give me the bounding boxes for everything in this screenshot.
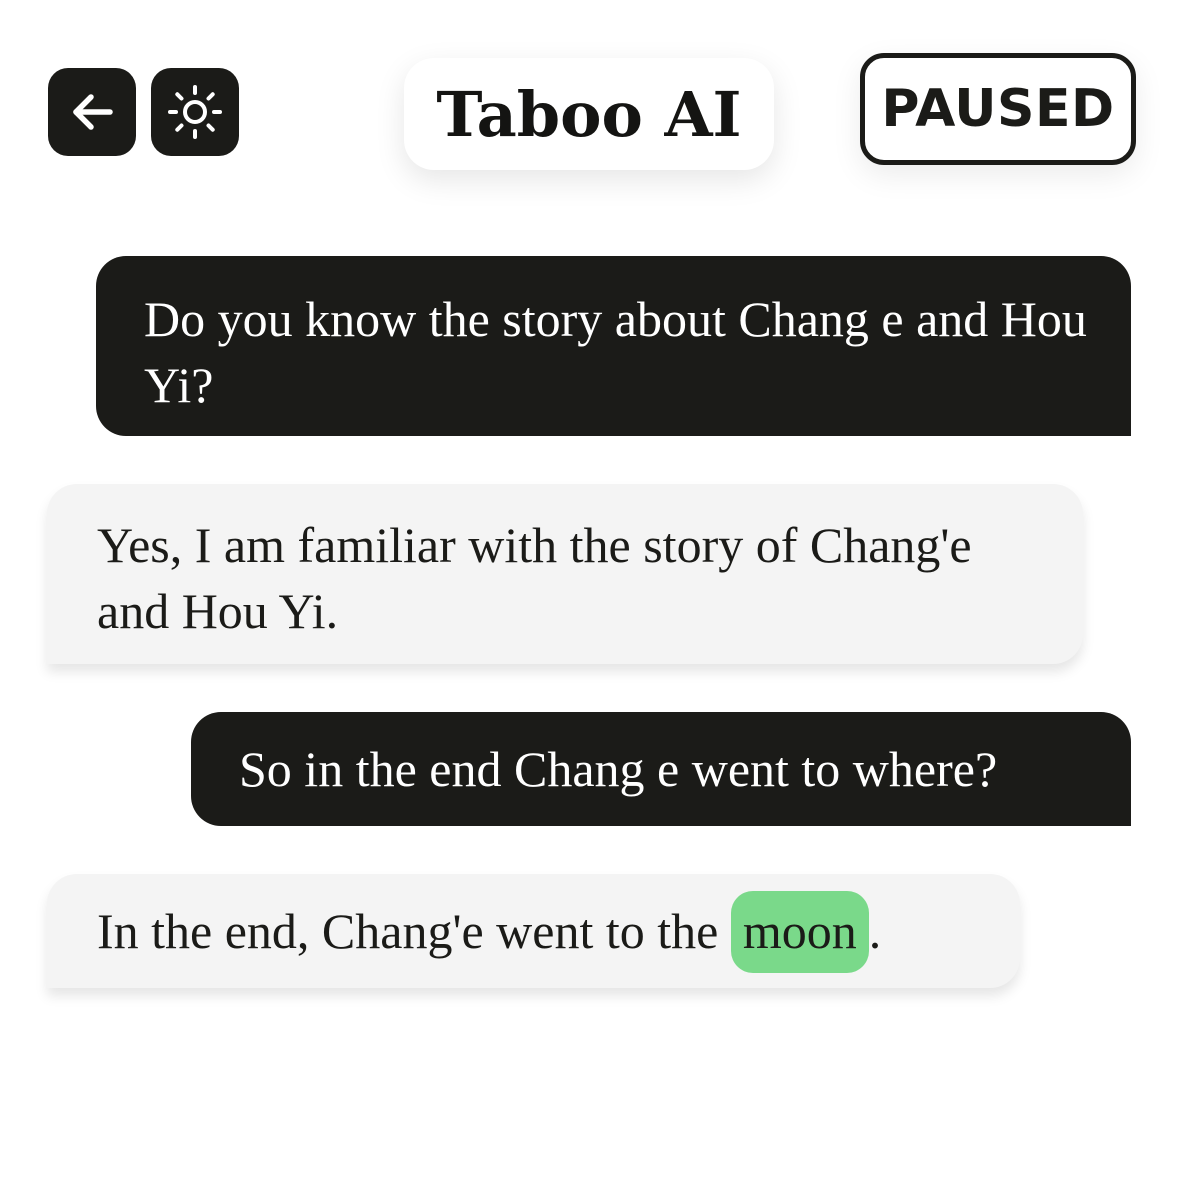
app-title-pill: Taboo AI xyxy=(404,58,774,170)
back-button[interactable] xyxy=(48,68,136,156)
status-label: PAUSED xyxy=(881,79,1115,139)
assistant-message: In the end, Chang'e went to the moon. xyxy=(47,874,1020,988)
user-message: Do you know the story about Chang e and … xyxy=(96,256,1131,436)
message-text-after: . xyxy=(868,903,882,959)
sun-icon xyxy=(168,85,222,139)
arrow-left-icon xyxy=(73,94,113,130)
message-text: Do you know the story about Chang e and … xyxy=(144,291,1087,413)
message-text: Yes, I am familiar with the story of Cha… xyxy=(97,517,972,639)
message-text-before: In the end, Chang'e went to the xyxy=(97,903,731,959)
user-message: So in the end Chang e went to where? xyxy=(191,712,1131,826)
status-badge[interactable]: PAUSED xyxy=(860,53,1136,165)
assistant-message: Yes, I am familiar with the story of Cha… xyxy=(47,484,1083,664)
message-text: So in the end Chang e went to where? xyxy=(239,741,998,797)
theme-toggle-button[interactable] xyxy=(151,68,239,156)
app-title: Taboo AI xyxy=(436,77,742,151)
highlighted-word: moon xyxy=(730,891,869,973)
